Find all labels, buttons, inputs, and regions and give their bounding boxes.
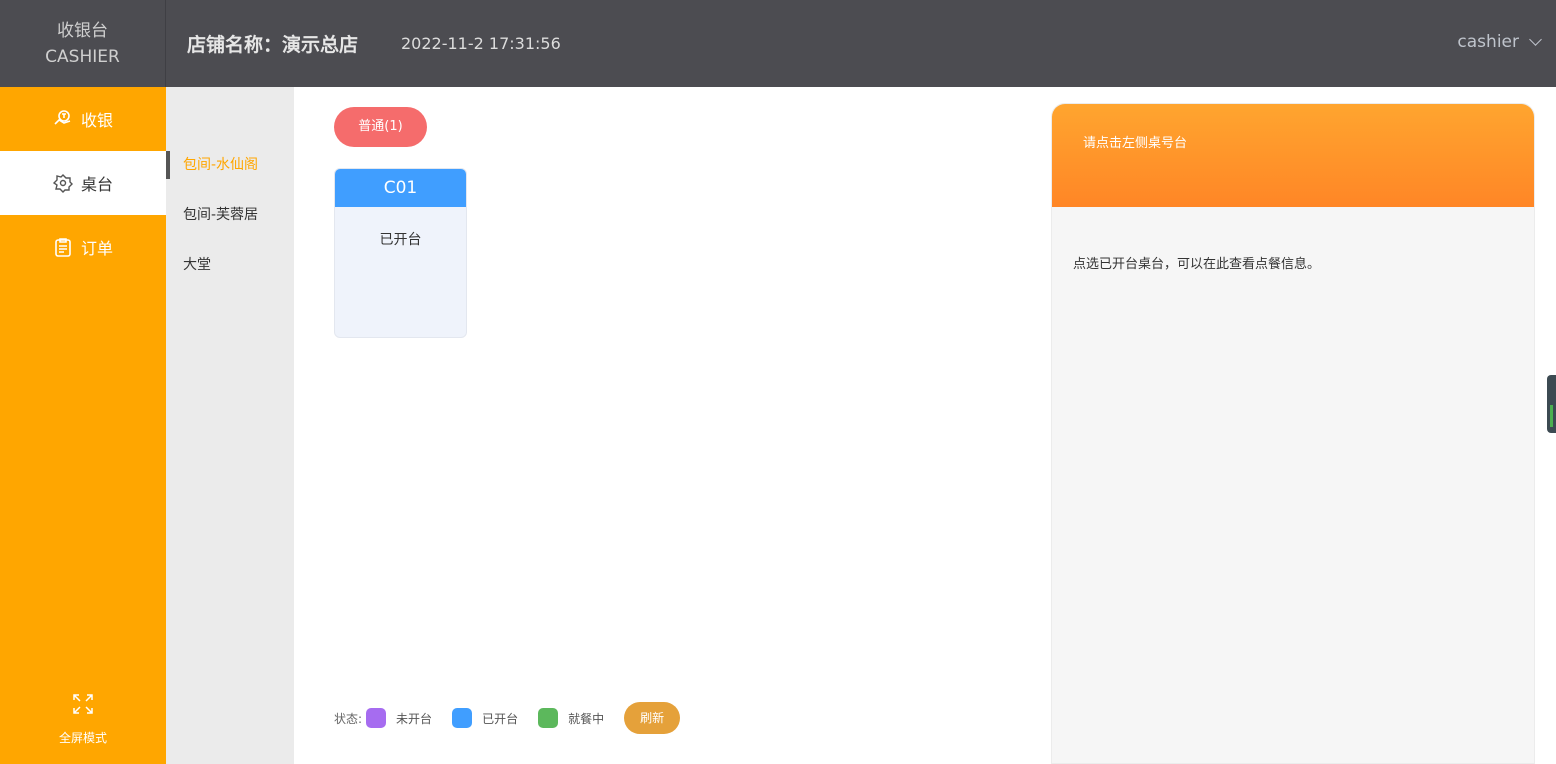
table-status: 已开台 [379, 232, 422, 248]
fullscreen-button[interactable]: 全屏模式 [0, 693, 166, 746]
brand-subtitle: CASHIER [45, 47, 120, 67]
category-item[interactable]: 大堂 [166, 251, 294, 279]
cashier-icon [53, 109, 73, 129]
category-item[interactable]: 包间-水仙阁 [166, 151, 294, 179]
side-drawer-handle[interactable] [1547, 375, 1556, 433]
legend-text-closed: 未开台 [396, 711, 433, 726]
order-icon [53, 237, 73, 257]
status-legend: 状态: 未开台 已开台 就餐中 刷新 [334, 701, 681, 735]
store-title: 店铺名称：演示总店 [187, 34, 359, 56]
legend-label: 状态: [334, 711, 363, 726]
category-item[interactable]: 包间-芙蓉居 [166, 201, 294, 229]
nav-label-order: 订单 [80, 239, 113, 258]
main-sidebar: 收银 桌台 订单 全屏模式 [0, 87, 166, 764]
legend-swatch-closed [366, 708, 387, 728]
table-name: C01 [335, 169, 466, 207]
fullscreen-icon [72, 693, 94, 715]
brand-logo: 收银台 CASHIER [0, 0, 166, 87]
panel-header: 请点击左侧桌号台 [1052, 104, 1534, 207]
top-header: 收银台 CASHIER 店铺名称：演示总店 2022-11-2 17:31:56… [0, 0, 1556, 87]
legend-swatch-dining [538, 708, 559, 728]
chevron-down-icon [1529, 32, 1542, 46]
table-grid-area: 普通(1) C01 已开台 状态: 未开台 已开台 就餐中 刷新 [294, 87, 1051, 764]
nav-item-cashier[interactable]: 收银 [0, 87, 166, 151]
username: cashier [1457, 32, 1519, 52]
legend-text-opened: 已开台 [482, 711, 519, 726]
nav-item-order[interactable]: 订单 [0, 215, 166, 279]
legend-text-dining: 就餐中 [568, 711, 605, 726]
panel-hint-text: 点选已开台桌台，可以在此查看点餐信息。 [1073, 257, 1321, 272]
nav-label-cashier: 收银 [80, 111, 113, 130]
refresh-button[interactable]: 刷新 [624, 702, 681, 734]
user-menu[interactable]: cashier [1457, 32, 1542, 52]
order-info-panel: 请点击左侧桌号台 点选已开台桌台，可以在此查看点餐信息。 [1051, 103, 1535, 764]
fullscreen-label: 全屏模式 [58, 731, 107, 745]
brand-title: 收银台 [57, 21, 108, 41]
handle-indicator [1550, 405, 1553, 427]
area-category-list: 包间-水仙阁 包间-芙蓉居 大堂 [166, 87, 294, 764]
nav-label-table: 桌台 [80, 175, 113, 194]
panel-body: 点选已开台桌台，可以在此查看点餐信息。 [1052, 207, 1534, 272]
legend-swatch-opened [452, 708, 473, 728]
table-card[interactable]: C01 已开台 [334, 168, 467, 338]
nav-item-table[interactable]: 桌台 [0, 151, 166, 215]
table-type-filter[interactable]: 普通(1) [334, 107, 427, 147]
table-icon [52, 173, 73, 193]
panel-header-text: 请点击左侧桌号台 [1083, 136, 1188, 151]
current-datetime: 2022-11-2 17:31:56 [401, 34, 561, 53]
